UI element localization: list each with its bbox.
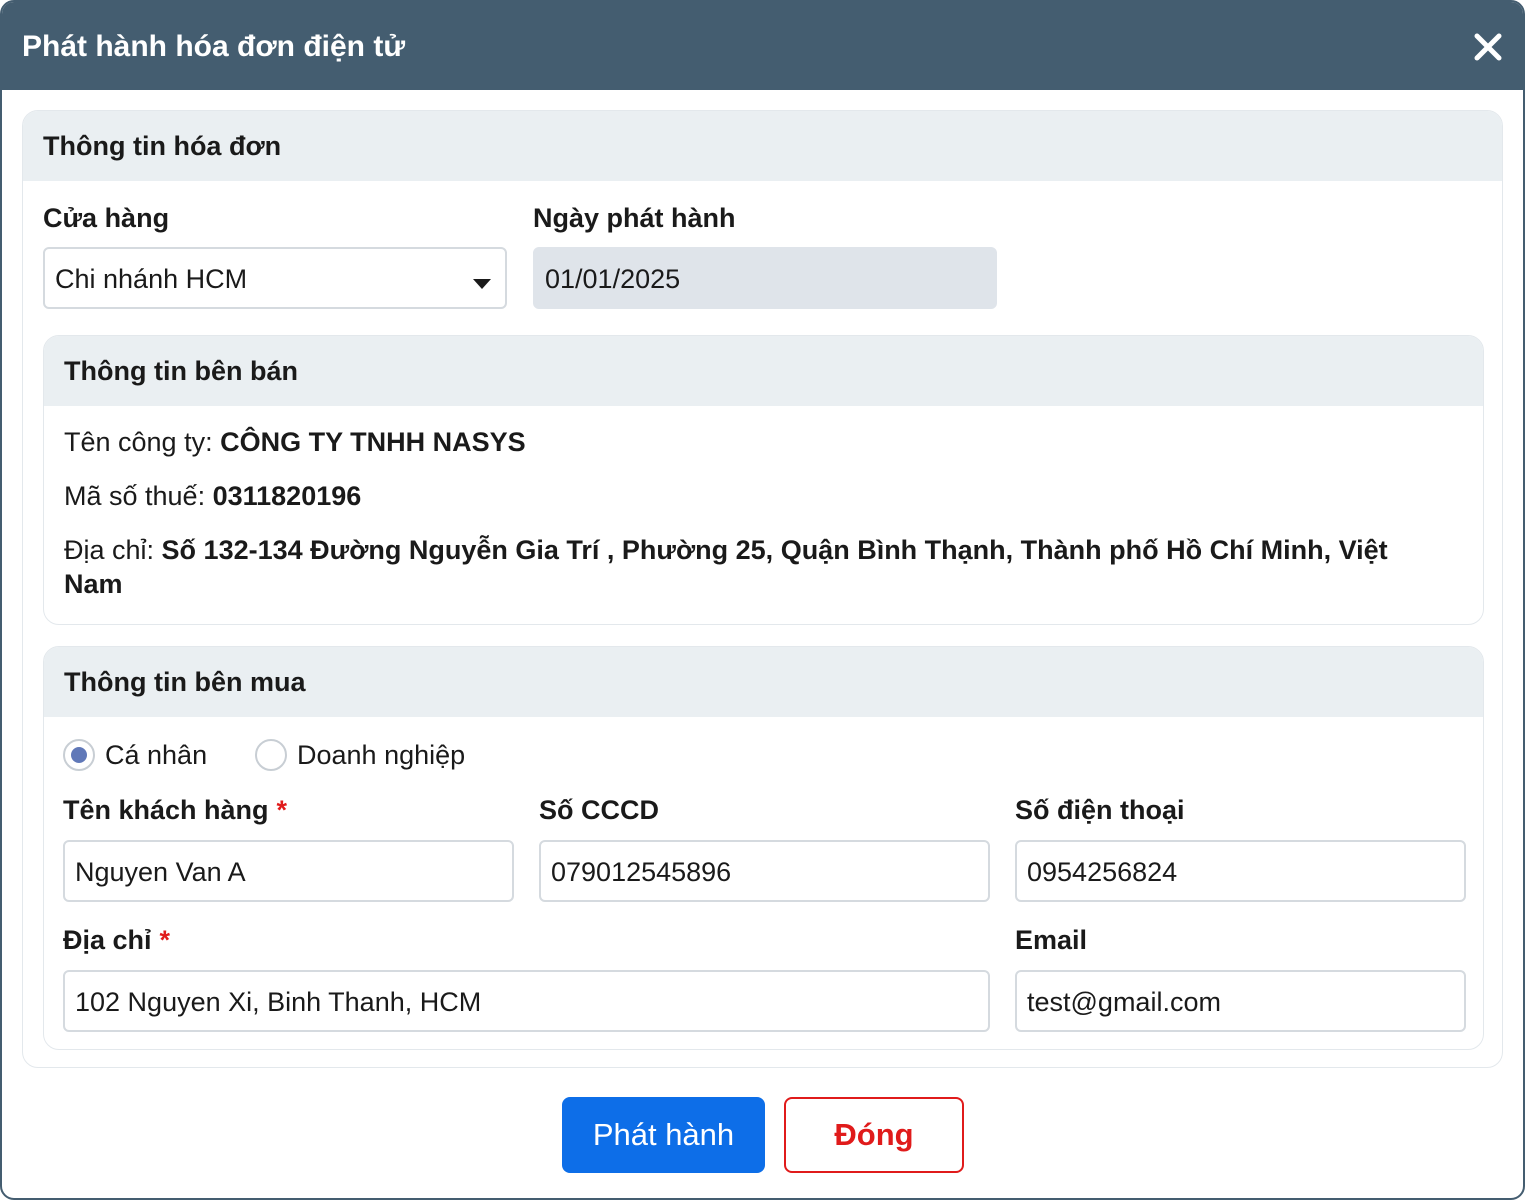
seller-info-title: Thông tin bên bán	[64, 356, 298, 386]
seller-address-label: Địa chỉ:	[64, 535, 162, 565]
store-select[interactable]: Chi nhánh HCM	[43, 247, 507, 309]
invoice-info-header: Thông tin hóa đơn	[23, 111, 1502, 181]
close-icon[interactable]	[1473, 32, 1503, 62]
customer-name-value: Nguyen Van A	[75, 857, 246, 887]
required-mark: *	[276, 795, 288, 825]
radio-individual[interactable]: Cá nhân	[63, 739, 207, 771]
invoice-info-section: Thông tin hóa đơn Cửa hàng Chi nhánh HCM…	[22, 110, 1503, 1068]
seller-address: Địa chỉ: Số 132-134 Đường Nguyễn Gia Trí…	[64, 533, 1404, 601]
seller-company-label: Tên công ty:	[64, 427, 221, 457]
invoice-info-title: Thông tin hóa đơn	[43, 131, 282, 161]
customer-name-label-text: Tên khách hàng	[63, 795, 269, 825]
phone-input[interactable]: 0954256824	[1015, 840, 1466, 902]
issue-button[interactable]: Phát hành	[562, 1097, 765, 1173]
buyer-address-label-text: Địa chỉ	[63, 925, 152, 955]
radio-individual-circle[interactable]	[63, 739, 95, 771]
radio-business-circle[interactable]	[255, 739, 287, 771]
id-number-label: Số CCCD	[539, 795, 659, 825]
buyer-info-section: Thông tin bên mua Cá nhân Doanh nghiệp T…	[43, 646, 1484, 1050]
seller-address-value: Số 132-134 Đường Nguyễn Gia Trí , Phường…	[64, 535, 1388, 599]
issue-date-value: 01/01/2025	[545, 264, 681, 294]
phone-value: 0954256824	[1027, 857, 1178, 887]
issue-invoice-dialog: Phát hành hóa đơn điện tử Thông tin hóa …	[0, 0, 1525, 1200]
required-mark: *	[159, 925, 171, 955]
seller-info-section: Thông tin bên bán Tên công ty: CÔNG TY T…	[43, 335, 1484, 625]
seller-info-header: Thông tin bên bán	[44, 336, 1483, 406]
store-select-value: Chi nhánh HCM	[55, 264, 248, 294]
phone-label: Số điện thoại	[1015, 795, 1185, 825]
buyer-info-header: Thông tin bên mua	[44, 647, 1483, 717]
seller-company: Tên công ty: CÔNG TY TNHH NASYS	[64, 425, 526, 459]
seller-company-value: CÔNG TY TNHH NASYS	[220, 427, 526, 457]
dialog-header: Phát hành hóa đơn điện tử	[2, 2, 1523, 90]
issue-date-label: Ngày phát hành	[533, 203, 736, 233]
id-number-input[interactable]: 079012545896	[539, 840, 990, 902]
radio-business-label: Doanh nghiệp	[297, 739, 466, 770]
customer-name-label: Tên khách hàng *	[63, 795, 287, 826]
email-label: Email	[1015, 925, 1088, 955]
radio-individual-label: Cá nhân	[105, 739, 208, 770]
email-value: test@gmail.com	[1027, 987, 1221, 1017]
email-input[interactable]: test@gmail.com	[1015, 970, 1466, 1032]
buyer-address-input[interactable]: 102 Nguyen Xi, Binh Thanh, HCM	[63, 970, 990, 1032]
seller-tax-value: 0311820196	[212, 481, 362, 511]
store-label: Cửa hàng	[43, 203, 170, 233]
radio-business[interactable]: Doanh nghiệp	[255, 739, 465, 771]
seller-tax-label: Mã số thuế:	[64, 481, 213, 511]
customer-name-input[interactable]: Nguyen Van A	[63, 840, 514, 902]
buyer-address-value: 102 Nguyen Xi, Binh Thanh, HCM	[75, 987, 482, 1017]
issue-date-field: 01/01/2025	[533, 247, 997, 309]
seller-tax: Mã số thuế: 0311820196	[64, 479, 361, 513]
chevron-down-icon	[473, 279, 491, 289]
buyer-info-title: Thông tin bên mua	[64, 667, 306, 697]
dialog-title: Phát hành hóa đơn điện tử	[22, 30, 406, 63]
close-button[interactable]: Đóng	[784, 1097, 964, 1173]
buyer-address-label: Địa chỉ *	[63, 925, 170, 956]
id-number-value: 079012545896	[551, 857, 732, 887]
